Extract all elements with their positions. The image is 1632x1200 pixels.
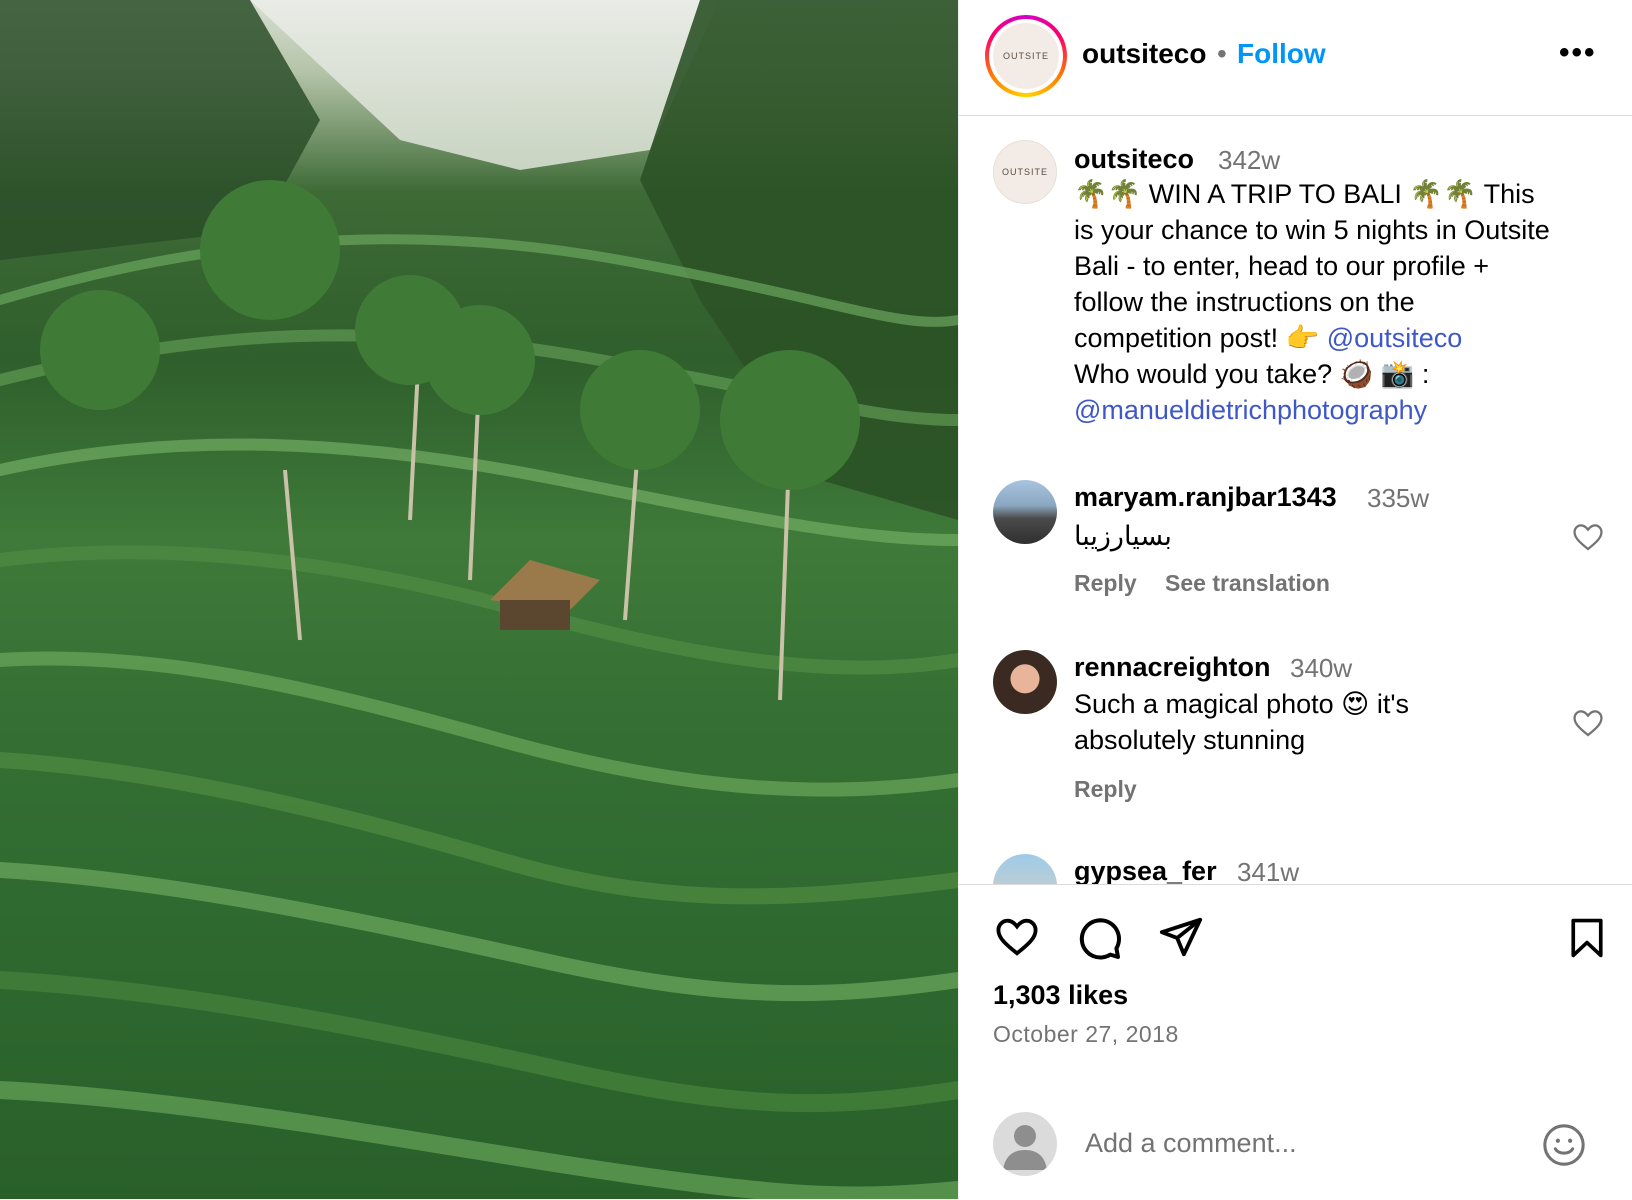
comment-username[interactable]: rennacreighton [1074,652,1271,683]
comment-text: بسیارزیبا [1074,521,1172,551]
smiley-icon[interactable] [1541,1122,1587,1168]
profile-avatar-story-ring[interactable]: OUTSITE [985,15,1067,97]
caption-time[interactable]: 342w [1218,145,1280,176]
comment-time[interactable]: 335w [1367,483,1429,514]
reply-button[interactable]: Reply [1074,776,1137,803]
comment-like-heart-icon[interactable] [1571,706,1605,740]
comment-bubble-icon[interactable] [1075,914,1123,962]
comment-time[interactable]: 341w [1237,857,1299,884]
comment-like-heart-icon[interactable] [1571,520,1605,554]
add-comment-input[interactable] [1083,1120,1507,1166]
comment-username[interactable]: gypsea_fer [1074,856,1217,884]
comment-time[interactable]: 340w [1290,653,1352,684]
post-date[interactable]: October 27, 2018 [993,1021,1179,1048]
avatar[interactable] [993,480,1057,544]
post-header: OUTSITE outsiteco • Follow ••• [959,0,1632,116]
follow-button[interactable]: Follow [1237,38,1326,70]
comment-text: Such a magical photo 😍 it's absolutely s… [1074,689,1409,755]
heart-icon[interactable] [993,914,1041,960]
post-side-panel: OUTSITE outsiteco • Follow ••• OUTSITE o… [958,0,1632,1199]
caption-text: 🌴🌴 WIN A TRIP TO BALI 🌴🌴 This is your ch… [1074,179,1550,425]
see-translation-button[interactable]: See translation [1165,570,1330,597]
more-options-icon[interactable]: ••• [1559,36,1597,70]
mention-link[interactable]: @manueldietrichphotography [1074,395,1427,425]
add-comment-row [959,1090,1632,1199]
caption-username[interactable]: outsiteco [1074,144,1194,175]
brand-logo: OUTSITE [993,23,1059,89]
reply-button[interactable]: Reply [1074,570,1137,597]
avatar[interactable] [993,650,1057,714]
separator-dot: • [1217,38,1227,69]
bookmark-icon[interactable] [1565,914,1609,962]
current-user-avatar [993,1112,1057,1176]
header-username[interactable]: outsiteco [1082,38,1206,70]
rice-terrace-illustration [0,0,958,1199]
caption-avatar[interactable]: OUTSITE [993,140,1057,204]
comment-username[interactable]: maryam.ranjbar1343 [1074,482,1337,513]
avatar[interactable] [993,854,1057,884]
likes-count[interactable]: 1,303 likes [993,980,1128,1011]
post-photo[interactable] [0,0,958,1199]
paper-plane-icon[interactable] [1157,914,1205,960]
comments-section[interactable]: OUTSITE outsiteco 342w 🌴🌴 WIN A TRIP TO … [959,116,1632,884]
mention-link[interactable]: @outsiteco [1327,323,1462,353]
default-user-icon [1003,1125,1047,1170]
